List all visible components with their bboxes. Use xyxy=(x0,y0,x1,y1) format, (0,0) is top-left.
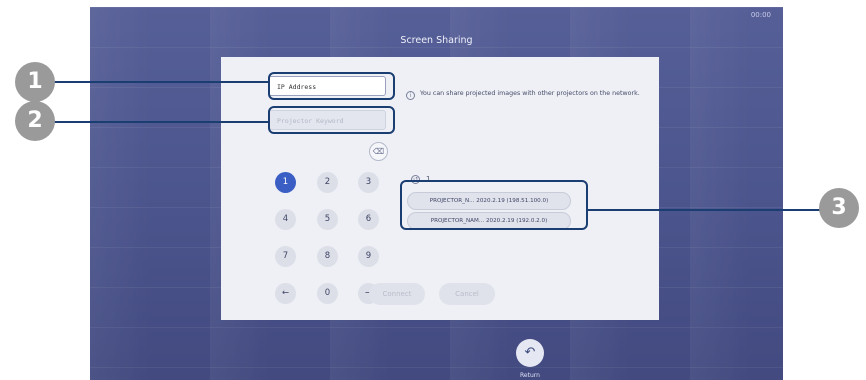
info-text: You can share projected images with othe… xyxy=(420,90,640,97)
key-4[interactable]: 4 xyxy=(275,209,296,230)
callout-1-badge: 1 xyxy=(15,62,55,102)
key-1[interactable]: 1 xyxy=(275,172,296,193)
callout-2-line xyxy=(52,121,268,123)
manual-illustration: 00:00 Screen Sharing IP Address Projecto… xyxy=(0,0,866,380)
key-2[interactable]: 2 xyxy=(317,172,338,193)
backspace-icon[interactable]: ⌫ xyxy=(369,142,388,161)
key-8[interactable]: 8 xyxy=(317,246,338,267)
key-3[interactable]: 3 xyxy=(358,172,379,193)
return-label: Return xyxy=(520,372,540,379)
key-0[interactable]: 0 xyxy=(317,283,338,304)
callout-3-highlight xyxy=(400,180,588,230)
callout-1-line xyxy=(52,81,268,83)
clock: 00:00 xyxy=(750,11,771,19)
key-7[interactable]: 7 xyxy=(275,246,296,267)
page-title: Screen Sharing xyxy=(400,35,473,46)
key-5[interactable]: 5 xyxy=(317,209,338,230)
callout-3-line xyxy=(588,209,822,211)
callout-3-badge: 3 xyxy=(819,188,859,228)
callout-2-highlight xyxy=(268,106,395,134)
cancel-button[interactable]: Cancel xyxy=(439,283,495,305)
key-6[interactable]: 6 xyxy=(358,209,379,230)
callout-2-badge: 2 xyxy=(15,101,55,141)
callout-1-highlight xyxy=(268,72,395,100)
info-icon: i xyxy=(406,91,415,100)
return-icon[interactable]: ↶ xyxy=(516,339,544,367)
cursor-left-key[interactable]: ← xyxy=(275,283,296,304)
connect-button[interactable]: Connect xyxy=(369,283,425,305)
key-9[interactable]: 9 xyxy=(358,246,379,267)
